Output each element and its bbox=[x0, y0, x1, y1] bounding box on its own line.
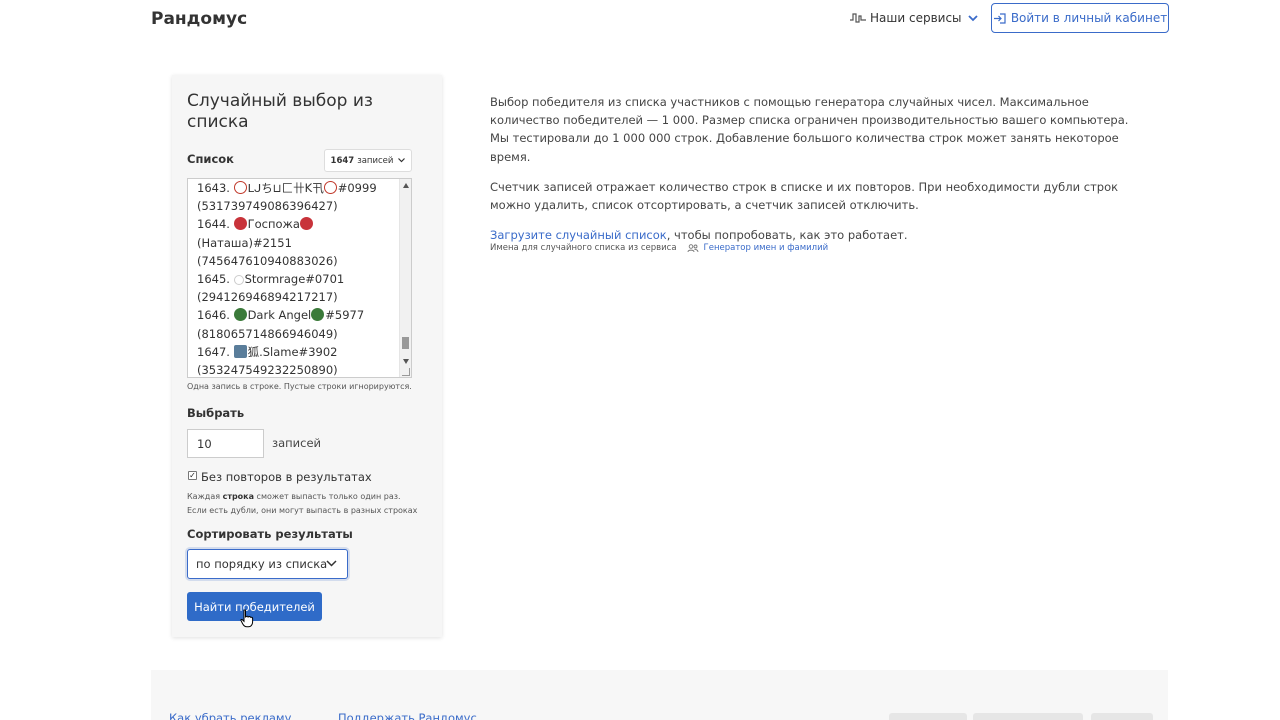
list-line: (531739749086396427) bbox=[197, 197, 397, 215]
choose-unit: записей bbox=[272, 436, 322, 450]
list-line-text: Dark Angel bbox=[247, 308, 312, 323]
resize-handle-icon[interactable] bbox=[402, 368, 410, 376]
footer-badge-1[interactable] bbox=[889, 713, 967, 720]
list-line-prefix: 1646. bbox=[197, 308, 234, 323]
list-line-prefix: (294126946894217217) bbox=[197, 290, 338, 305]
list-line: 1645. Stormrage#0701 bbox=[197, 270, 397, 288]
devil-icon bbox=[299, 217, 313, 231]
skull-icon bbox=[323, 181, 337, 194]
scroll-up-arrow-icon[interactable] bbox=[403, 183, 409, 188]
list-lines: 1643. ᒪᒍち⊔匚卄K卂 #0999 (531739749086396427) 1… bbox=[197, 179, 397, 378]
list-line-text: Госпожа bbox=[247, 217, 300, 232]
list-line: (353247549232250890) bbox=[197, 361, 397, 378]
description-p3-rest: , чтобы попробовать, как это работает. bbox=[666, 228, 908, 243]
list-line: 1643. ᒪᒍち⊔匚卄K卂 #0999 bbox=[197, 179, 397, 197]
card-title: Случайный выбор из списка bbox=[187, 91, 373, 132]
load-random-list-link[interactable]: Загрузите случайный список bbox=[490, 228, 667, 242]
footer-badge-3[interactable] bbox=[1091, 713, 1153, 720]
scroll-down-arrow-icon[interactable] bbox=[403, 359, 409, 364]
list-line: 1646. Dark Angel #5977 bbox=[197, 306, 397, 324]
site-logo[interactable]: Рандомус bbox=[151, 9, 247, 29]
footer: Как убрать рекламу Поддержать Рандомус bbox=[151, 670, 1168, 720]
choose-label: Выбрать bbox=[187, 406, 245, 420]
list-line-prefix: 1643. bbox=[197, 181, 234, 195]
services-label: Наши сервисы bbox=[870, 11, 962, 25]
source-note: Имена для случайного списка из сервиса Г… bbox=[490, 243, 828, 253]
chevron-down-icon bbox=[326, 560, 337, 567]
no-repeat-hint-bold: строка bbox=[222, 492, 255, 501]
list-line-prefix: (818065714866946049) bbox=[197, 326, 338, 341]
list-line-text: ᒪᒍち⊔匚卄K卂 bbox=[247, 181, 324, 195]
list-textarea[interactable]: 1643. ᒪᒍち⊔匚卄K卂 #0999 (531739749086396427) 1… bbox=[187, 178, 412, 378]
list-line: (745647610940883026) bbox=[197, 252, 397, 270]
chevron-down-icon bbox=[967, 14, 978, 21]
remove-ads-link[interactable]: Как убрать рекламу bbox=[169, 711, 291, 720]
list-label: Список bbox=[187, 152, 234, 166]
login-label: Войти в личный кабинет bbox=[1010, 11, 1168, 25]
description: Выбор победителя из списка участников с … bbox=[490, 93, 1130, 256]
skull-icon bbox=[233, 181, 247, 194]
white-heart-icon bbox=[233, 275, 244, 286]
description-p3: Загрузите случайный список, чтобы попроб… bbox=[490, 226, 1130, 244]
hand-cursor-icon bbox=[240, 609, 254, 628]
sort-select[interactable]: по порядку из списка bbox=[187, 549, 348, 579]
list-scrollbar[interactable] bbox=[399, 179, 411, 377]
list-line: (294126946894217217) bbox=[197, 288, 397, 306]
no-repeat-hint-line2: Если есть дубли, они могут выпасть в раз… bbox=[187, 506, 418, 515]
random-pick-card: Случайный выбор из списка Список 1647 за… bbox=[172, 75, 442, 637]
list-line: (818065714866946049) bbox=[197, 325, 397, 343]
chevron-down-icon bbox=[398, 158, 406, 163]
description-p1: Выбор победителя из списка участников с … bbox=[490, 95, 1129, 164]
no-repeat-hint-post: сможет выпасть только один раз. bbox=[254, 492, 401, 501]
list-line-prefix: (Наташа)#2151 bbox=[197, 235, 292, 250]
sort-select-value: по порядку из списка bbox=[196, 557, 328, 571]
source-text: Имена для случайного списка из сервиса bbox=[490, 243, 677, 253]
record-count-unit: записей bbox=[357, 155, 394, 166]
login-icon bbox=[993, 12, 1006, 24]
list-hint: Одна запись в строке. Пустые строки игно… bbox=[187, 382, 412, 391]
no-repeat-hint: Каждая строка сможет выпасть только один… bbox=[187, 490, 427, 518]
winners-count-input[interactable]: 10 bbox=[187, 429, 264, 458]
no-repeat-checkbox[interactable]: ✓ bbox=[188, 471, 197, 480]
list-line-prefix: (353247549232250890) bbox=[197, 363, 338, 378]
footer-badge-2[interactable] bbox=[973, 713, 1083, 720]
people-icon bbox=[687, 243, 698, 252]
list-line: 1647. 狐.Slame#3902 bbox=[197, 343, 397, 361]
list-line: 1644. Госпожа bbox=[197, 215, 397, 233]
scrollbar-thumb[interactable] bbox=[402, 337, 409, 349]
services-menu[interactable]: Наши сервисы bbox=[850, 10, 982, 26]
rose-icon bbox=[311, 308, 325, 322]
find-winners-button[interactable]: Найти победителей bbox=[187, 592, 322, 621]
list-line-prefix: 1645. bbox=[197, 272, 234, 287]
list-line-text: 狐.Slame#3902 bbox=[247, 344, 338, 359]
support-link[interactable]: Поддержать Рандомус bbox=[338, 711, 477, 720]
list-line-prefix: (745647610940883026) bbox=[197, 253, 338, 268]
list-line-prefix: 1644. bbox=[197, 217, 234, 232]
sort-label: Сортировать результаты bbox=[187, 527, 353, 541]
list-line: (Наташа)#2151 bbox=[197, 234, 397, 252]
rose-icon bbox=[233, 308, 247, 322]
no-repeat-hint-pre: Каждая bbox=[187, 492, 223, 501]
list-line-prefix: (531739749086396427) bbox=[197, 199, 338, 214]
record-count-dropdown[interactable]: 1647 записей bbox=[324, 149, 412, 172]
ghost-box-icon bbox=[233, 344, 247, 358]
list-line-tail: #5977 bbox=[325, 308, 365, 323]
description-p2: Счетчик записей отражает количество стро… bbox=[490, 179, 1119, 213]
list-line-text: Stormrage#0701 bbox=[244, 272, 345, 287]
record-count-value: 1647 bbox=[330, 155, 355, 166]
list-line-prefix: 1647. bbox=[197, 344, 234, 359]
login-button[interactable]: Войти в личный кабинет bbox=[991, 3, 1169, 33]
list-line-tail: #0999 bbox=[337, 181, 377, 195]
name-generator-link[interactable]: Генератор имен и фамилий bbox=[704, 243, 829, 253]
pulse-icon bbox=[850, 13, 866, 23]
devil-icon bbox=[233, 217, 247, 231]
no-repeat-label[interactable]: Без повторов в результатах bbox=[201, 470, 372, 484]
